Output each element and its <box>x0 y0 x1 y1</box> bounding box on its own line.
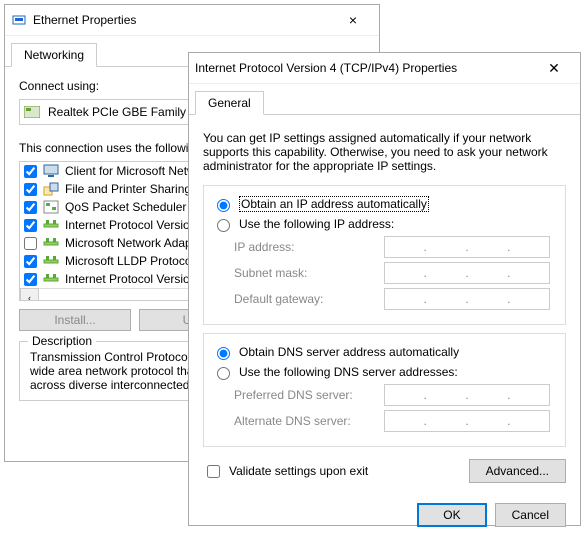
ipv4-properties-dialog: Internet Protocol Version 4 (TCP/IPv4) P… <box>188 52 581 526</box>
install-button[interactable]: Install... <box>19 309 131 331</box>
sched-icon <box>43 199 59 215</box>
ip-address-label: IP address: <box>234 240 384 254</box>
subnet-mask-label: Subnet mask: <box>234 266 384 280</box>
item-checkbox[interactable] <box>24 183 37 196</box>
intro-text: You can get IP settings assigned automat… <box>203 131 566 173</box>
ip-auto-label: Obtain an IP address automatically <box>239 196 429 212</box>
share-icon <box>43 181 59 197</box>
preferred-dns-label: Preferred DNS server: <box>234 388 384 402</box>
gateway-label: Default gateway: <box>234 292 384 306</box>
item-checkbox[interactable] <box>24 237 37 250</box>
dns-auto-radio[interactable] <box>217 347 230 360</box>
dns-manual-label: Use the following DNS server addresses: <box>239 365 458 379</box>
titlebar: Ethernet Properties × <box>5 5 379 36</box>
validate-checkbox[interactable] <box>207 465 220 478</box>
proto-icon <box>43 217 59 233</box>
description-title: Description <box>28 334 96 348</box>
item-checkbox[interactable] <box>24 165 37 178</box>
preferred-dns-input: ... <box>384 384 550 406</box>
item-label: Microsoft LLDP Protocol <box>65 254 194 268</box>
ip-manual-label: Use the following IP address: <box>239 217 394 231</box>
item-label: Internet Protocol Version <box>65 272 196 286</box>
scroll-left-icon[interactable]: ‹ <box>20 288 39 301</box>
close-icon[interactable]: × <box>333 12 373 28</box>
dns-auto-label: Obtain DNS server address automatically <box>239 345 459 359</box>
subnet-mask-input: ... <box>384 262 550 284</box>
tab-networking[interactable]: Networking <box>11 43 97 67</box>
item-label: QoS Packet Scheduler <box>65 200 186 214</box>
gateway-input: ... <box>384 288 550 310</box>
item-checkbox[interactable] <box>24 255 37 268</box>
item-checkbox[interactable] <box>24 219 37 232</box>
ip-address-input: ... <box>384 236 550 258</box>
tab-general[interactable]: General <box>195 91 264 115</box>
nic-icon <box>24 104 40 120</box>
item-checkbox[interactable] <box>24 201 37 214</box>
window-title: Ethernet Properties <box>33 13 333 27</box>
ip-auto-radio[interactable] <box>217 199 230 212</box>
ethernet-icon <box>11 12 27 28</box>
item-label: Internet Protocol Version <box>65 218 196 232</box>
advanced-button[interactable]: Advanced... <box>469 459 566 483</box>
client-icon <box>43 163 59 179</box>
alternate-dns-input: ... <box>384 410 550 432</box>
proto-icon <box>43 235 59 251</box>
validate-label: Validate settings upon exit <box>229 464 368 478</box>
item-checkbox[interactable] <box>24 273 37 286</box>
dns-manual-radio[interactable] <box>217 367 230 380</box>
item-label: Microsoft Network Adapte <box>65 236 202 250</box>
titlebar: Internet Protocol Version 4 (TCP/IPv4) P… <box>189 53 580 84</box>
alternate-dns-label: Alternate DNS server: <box>234 414 384 428</box>
adapter-name: Realtek PCIe GBE Family C <box>48 105 198 119</box>
ip-manual-radio[interactable] <box>217 219 230 232</box>
item-label: File and Printer Sharing fo <box>65 182 204 196</box>
ok-button[interactable]: OK <box>417 503 486 527</box>
dialog-title: Internet Protocol Version 4 (TCP/IPv4) P… <box>195 61 534 75</box>
cancel-button[interactable]: Cancel <box>495 503 566 527</box>
tabbar: General <box>189 84 580 115</box>
proto-icon <box>43 271 59 287</box>
close-icon[interactable]: ✕ <box>534 60 574 77</box>
proto-icon <box>43 253 59 269</box>
